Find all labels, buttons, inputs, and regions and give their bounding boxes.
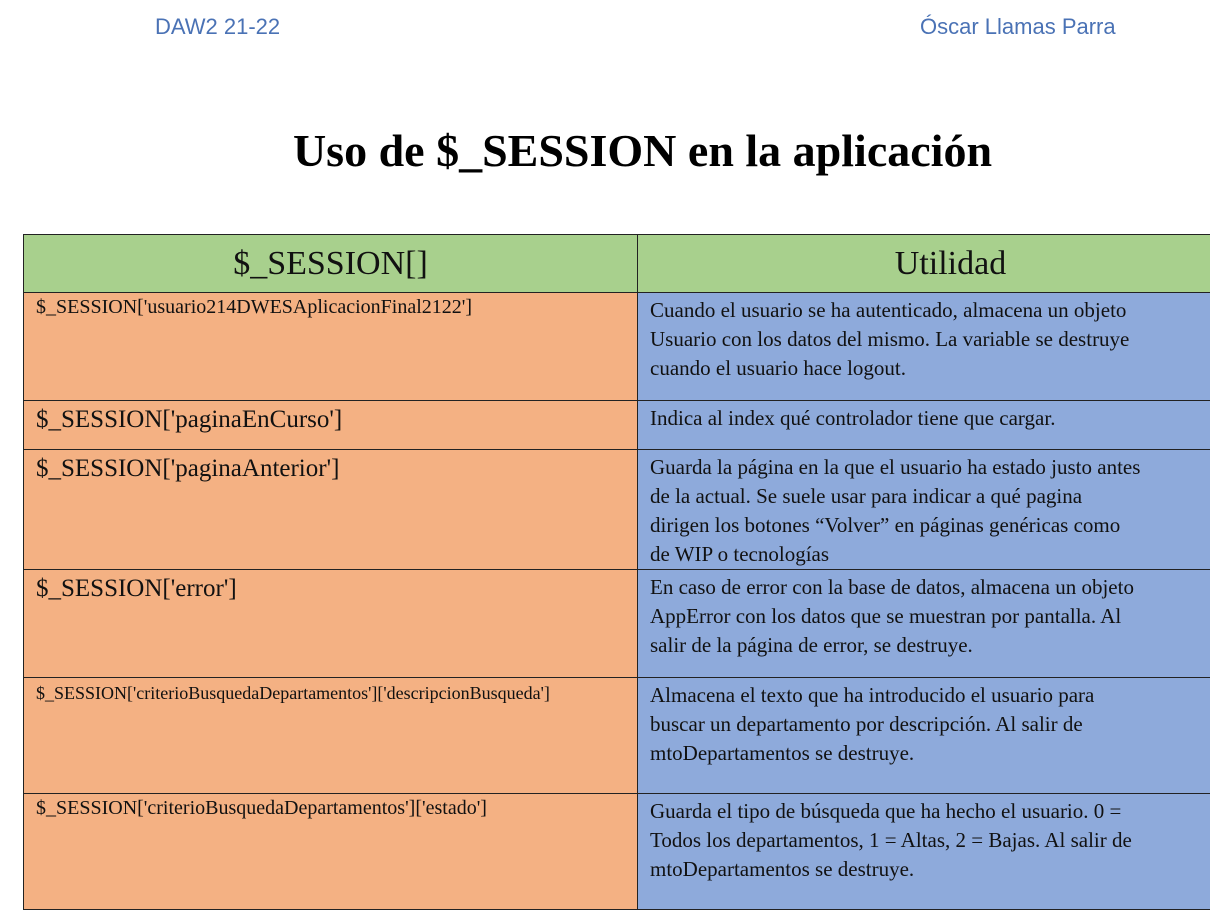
session-key-cell: $_SESSION['error']: [24, 570, 638, 678]
session-key-cell: $_SESSION['usuario214DWESAplicacionFinal…: [24, 293, 638, 401]
session-table: $_SESSION[] Utilidad $_SESSION['usuario2…: [23, 234, 1210, 910]
description-line: mtoDepartamentos se destruye.: [650, 855, 1210, 884]
description-line: Guarda la página en la que el usuario ha…: [650, 453, 1210, 482]
table-header-row: $_SESSION[] Utilidad: [24, 235, 1210, 293]
table-row: $_SESSION['paginaEnCurso'] Indica al ind…: [24, 401, 1210, 450]
session-key: $_SESSION['usuario214DWESAplicacionFinal…: [36, 293, 625, 320]
table-row: $_SESSION['criterioBusquedaDepartamentos…: [24, 678, 1210, 794]
session-key: $_SESSION['criterioBusquedaDepartamentos…: [36, 794, 625, 821]
description-line: dirigen los botones “Volver” en páginas …: [650, 511, 1210, 540]
description-line: Todos los departamentos, 1 = Altas, 2 = …: [650, 826, 1210, 855]
table-row: $_SESSION['usuario214DWESAplicacionFinal…: [24, 293, 1210, 401]
column-header-session: $_SESSION[]: [24, 235, 638, 293]
session-key: $_SESSION['paginaAnterior']: [36, 450, 625, 484]
column-header-utilidad: Utilidad: [638, 235, 1210, 293]
description-line: buscar un departamento por descripción. …: [650, 710, 1210, 739]
table-row: $_SESSION['paginaAnterior'] Guarda la pá…: [24, 450, 1210, 570]
description-cell: Indica al index qué controlador tiene qu…: [638, 401, 1210, 450]
description-line: Cuando el usuario se ha autenticado, alm…: [650, 296, 1210, 325]
table-row: $_SESSION['criterioBusquedaDepartamentos…: [24, 794, 1210, 910]
description-line: de la actual. Se suele usar para indicar…: [650, 482, 1210, 511]
session-key: $_SESSION['error']: [36, 570, 625, 604]
session-key: $_SESSION['criterioBusquedaDepartamentos…: [36, 678, 625, 705]
header-course: DAW2 21-22: [155, 14, 280, 40]
description-cell: Guarda la página en la que el usuario ha…: [638, 450, 1210, 570]
session-key-cell: $_SESSION['criterioBusquedaDepartamentos…: [24, 678, 638, 794]
description-line: salir de la página de error, se destruye…: [650, 631, 1210, 660]
description-line: cuando el usuario hace logout.: [650, 354, 1210, 383]
table-row: $_SESSION['error'] En caso de error con …: [24, 570, 1210, 678]
session-key-cell: $_SESSION['criterioBusquedaDepartamentos…: [24, 794, 638, 910]
description-line: Guarda el tipo de búsqueda que ha hecho …: [650, 797, 1210, 826]
session-key-cell: $_SESSION['paginaEnCurso']: [24, 401, 638, 450]
description-line: Usuario con los datos del mismo. La vari…: [650, 325, 1210, 354]
description-cell: Guarda el tipo de búsqueda que ha hecho …: [638, 794, 1210, 910]
description-cell: En caso de error con la base de datos, a…: [638, 570, 1210, 678]
document-title: Uso de $_SESSION en la aplicación: [0, 124, 1210, 177]
session-key-cell: $_SESSION['paginaAnterior']: [24, 450, 638, 570]
description-line: En caso de error con la base de datos, a…: [650, 573, 1210, 602]
session-key: $_SESSION['paginaEnCurso']: [36, 401, 625, 435]
description-cell: Cuando el usuario se ha autenticado, alm…: [638, 293, 1210, 401]
description-line: mtoDepartamentos se destruye.: [650, 739, 1210, 768]
description-line: Almacena el texto que ha introducido el …: [650, 681, 1210, 710]
description-line: AppError con los datos que se muestran p…: [650, 602, 1210, 631]
description-line: de WIP o tecnologías: [650, 540, 1210, 569]
description-line: Indica al index qué controlador tiene qu…: [650, 404, 1210, 433]
description-cell: Almacena el texto que ha introducido el …: [638, 678, 1210, 794]
header-author: Óscar Llamas Parra: [920, 14, 1116, 40]
